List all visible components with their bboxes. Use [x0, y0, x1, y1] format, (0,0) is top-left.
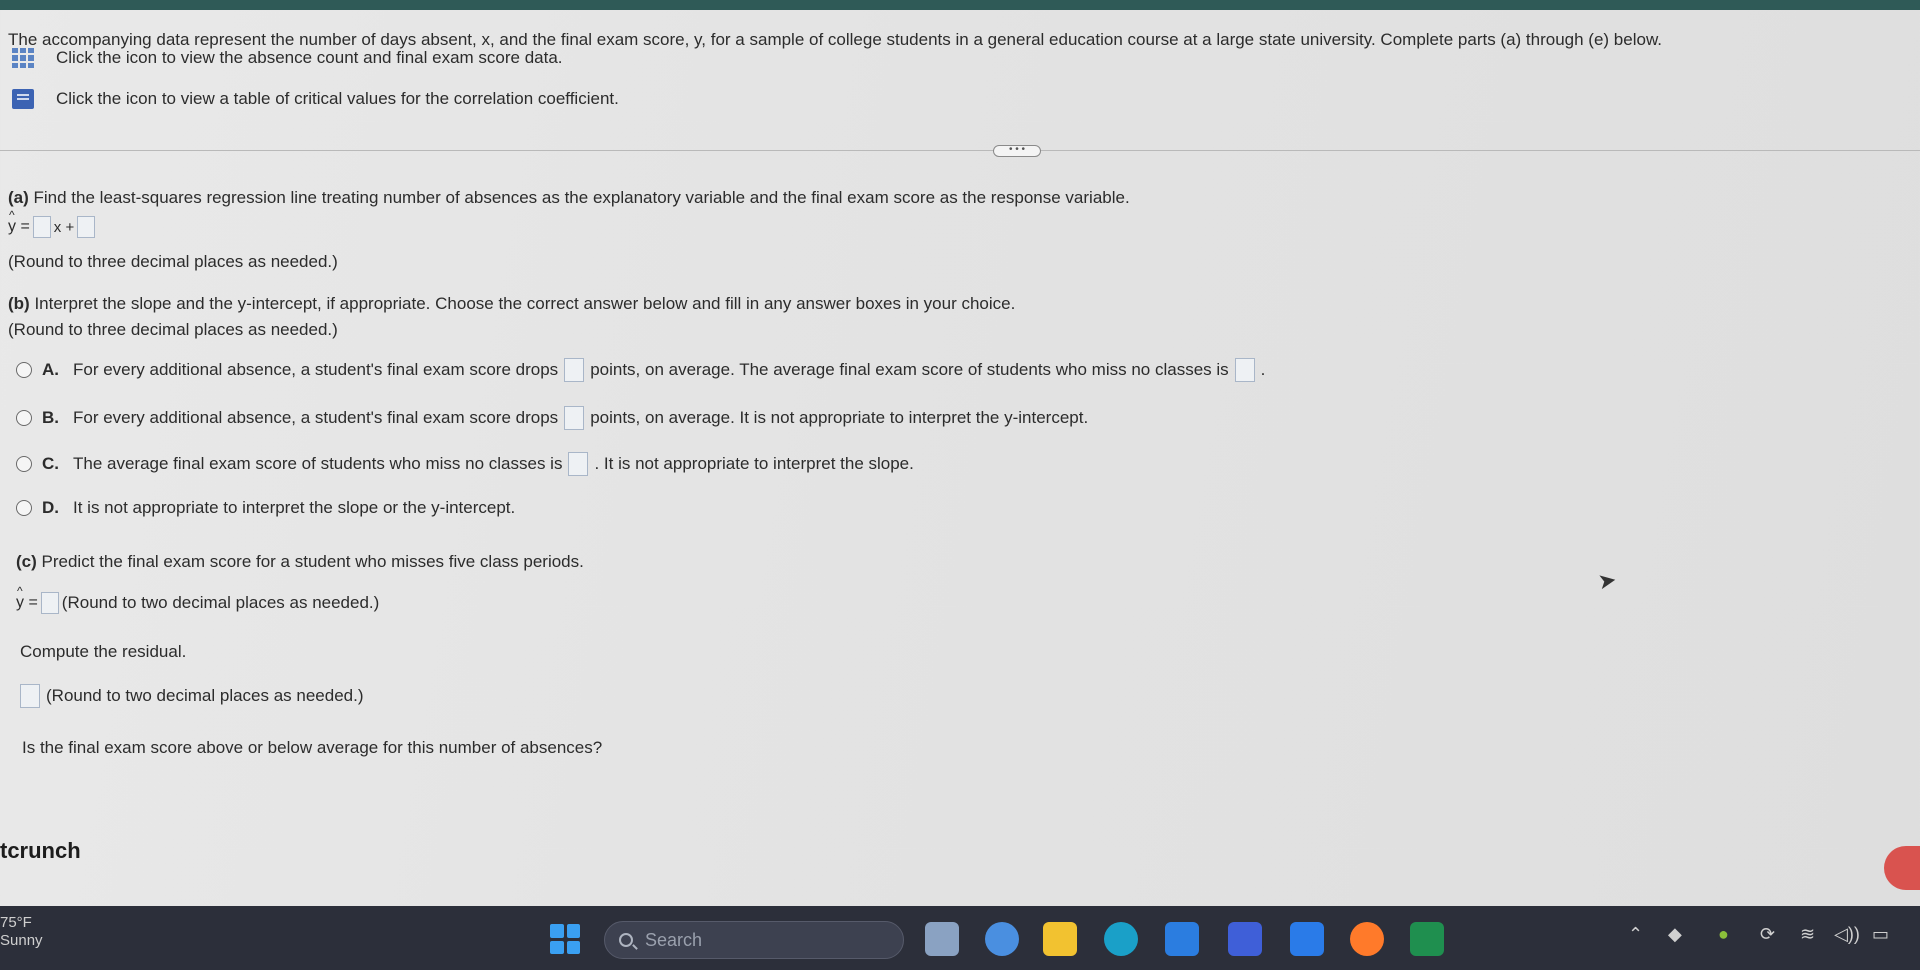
option-a-radio[interactable] [16, 362, 32, 378]
part-c-label: (c) [16, 552, 37, 571]
weather-condition: Sunny [0, 932, 43, 949]
option-a-text1: For every additional absence, a student'… [73, 360, 559, 379]
excel-icon[interactable] [1410, 922, 1444, 956]
edge-browser-icon[interactable] [1104, 922, 1138, 956]
slope-answer-box[interactable] [32, 216, 51, 238]
residual-answer-box[interactable] [20, 684, 40, 708]
tray-chevron-icon[interactable]: ⌃ [1628, 924, 1643, 945]
battery-icon[interactable]: ▭ [1872, 924, 1889, 945]
section-divider [0, 150, 1920, 151]
task-view-icon[interactable] [925, 922, 959, 956]
option-c-intercept-box[interactable] [568, 452, 589, 476]
option-b-radio[interactable] [16, 410, 32, 426]
search-icon [619, 933, 633, 947]
option-c-letter: C. [42, 454, 59, 473]
chat-icon[interactable] [985, 922, 1019, 956]
prediction-round-note: (Round to two decimal places as needed.) [61, 593, 380, 612]
part-b-text: Interpret the slope and the y-intercept,… [34, 294, 1016, 313]
file-explorer-icon[interactable] [1043, 922, 1077, 956]
part-a-label: (a) [8, 188, 29, 207]
brand-logo: tcrunch [0, 838, 81, 863]
option-d-text1: It is not appropriate to interpret the s… [73, 498, 516, 517]
option-c-text1: The average final exam score of students… [73, 454, 563, 473]
top-bar [0, 0, 1920, 10]
wifi-icon[interactable]: ≋ [1800, 924, 1815, 945]
critical-values-link[interactable]: Click the icon to view a table of critic… [12, 89, 619, 109]
taskbar: 75°F Sunny Search ⌃ ◆ ● ⟳ ≋ ◁)) ▭ [0, 906, 1920, 970]
x-plus-label: x + [53, 218, 75, 236]
option-d-radio[interactable] [16, 500, 32, 516]
option-d-letter: D. [42, 498, 59, 517]
dropbox-icon[interactable] [1290, 922, 1324, 956]
book-icon[interactable] [12, 89, 34, 109]
question-intro: The accompanying data represent the numb… [8, 30, 1663, 49]
option-a-intercept-box[interactable] [1234, 358, 1255, 382]
part-b-prompt: (b) Interpret the slope and the y-interc… [8, 294, 1015, 314]
option-a-text2: points, on average. The average final ex… [590, 360, 1229, 379]
help-button[interactable] [1884, 846, 1920, 890]
prediction-answer-box[interactable] [40, 592, 59, 614]
option-b-letter: B. [42, 408, 59, 427]
tray-status-icon[interactable]: ● [1718, 924, 1729, 945]
search-placeholder: Search [645, 929, 703, 950]
mouse-cursor-icon: ➤ [1595, 566, 1619, 595]
above-below-question: Is the final exam score above or below a… [22, 738, 603, 757]
option-c-text2: . It is not appropriate to interpret the… [594, 454, 914, 473]
mail-icon[interactable] [1165, 922, 1199, 956]
option-b-slope-box[interactable] [564, 406, 585, 430]
taskbar-search[interactable]: Search [604, 921, 904, 959]
part-b-label: (b) [8, 294, 30, 313]
option-a[interactable]: A. For every additional absence, a stude… [16, 358, 1265, 382]
option-a-text3: . [1260, 360, 1266, 379]
part-c-prediction: y = (Round to two decimal places as need… [16, 584, 380, 614]
option-b-text2: points, on average. It is not appropriat… [590, 408, 1089, 427]
weather-widget[interactable]: 75°F Sunny [0, 914, 43, 950]
part-c-prompt: (c) Predict the final exam score for a s… [16, 552, 584, 572]
option-b-text1: For every additional absence, a student'… [73, 408, 559, 427]
data-link[interactable]: Click the icon to view the absence count… [12, 48, 563, 68]
part-a-equation: y = x + [8, 208, 98, 238]
windows-start-icon[interactable] [548, 922, 582, 956]
residual-row: (Round to two decimal places as needed.) [20, 684, 364, 708]
residual-prompt: Compute the residual. [20, 642, 187, 661]
intercept-answer-box[interactable] [77, 216, 96, 238]
part-b-round-note: (Round to three decimal places as needed… [8, 320, 338, 339]
volume-icon[interactable]: ◁)) [1834, 924, 1860, 945]
tray-app-icon[interactable]: ◆ [1668, 924, 1682, 945]
divider-handle[interactable]: • • • [993, 145, 1041, 157]
option-d[interactable]: D. It is not appropriate to interpret th… [16, 498, 515, 518]
option-b[interactable]: B. For every additional absence, a stude… [16, 406, 1088, 430]
store-icon[interactable] [1228, 922, 1262, 956]
option-a-slope-box[interactable] [564, 358, 585, 382]
part-a-prompt: (a) Find the least-squares regression li… [8, 188, 1130, 208]
part-c-text: Predict the final exam score for a stude… [41, 552, 584, 571]
option-a-letter: A. [42, 360, 59, 379]
data-link-text: Click the icon to view the absence count… [56, 48, 563, 67]
firefox-icon[interactable] [1350, 922, 1384, 956]
tray-sync-icon[interactable]: ⟳ [1760, 924, 1775, 945]
weather-temp: 75°F [0, 914, 32, 931]
option-c-radio[interactable] [16, 456, 32, 472]
critical-values-link-text: Click the icon to view a table of critic… [56, 89, 619, 108]
residual-round-note: (Round to two decimal places as needed.) [46, 686, 364, 705]
data-table-icon[interactable] [12, 48, 34, 68]
yhat-label: y = [8, 208, 30, 236]
option-c[interactable]: C. The average final exam score of stude… [16, 452, 914, 476]
yhat-prediction-label: y = [16, 584, 38, 612]
part-a-text: Find the least-squares regression line t… [33, 188, 1130, 207]
part-a-round-note: (Round to three decimal places as needed… [8, 252, 338, 271]
